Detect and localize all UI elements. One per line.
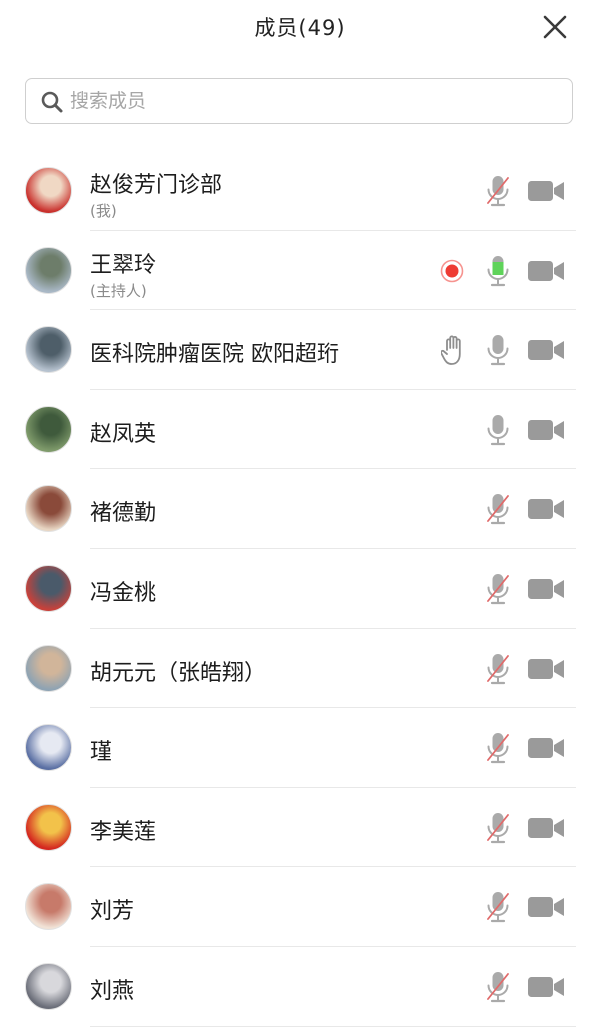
member-list: 赵俊芳门诊部 (我) 王翠玲 (主持人) 医科院肿瘤医院 欧阳超珩 赵凤英褚德勤冯金桃胡元… [0, 151, 600, 1027]
member-name: 胡元元（张皓翔） [90, 660, 267, 686]
camera-icon[interactable] [527, 975, 565, 999]
microphone-muted-icon[interactable] [485, 174, 511, 208]
hand-raised-icon [441, 335, 461, 366]
avatar [25, 405, 72, 453]
camera-icon[interactable] [527, 259, 565, 283]
member-row[interactable]: 刘芳 [0, 867, 600, 947]
member-row[interactable]: 李美莲 [0, 788, 600, 868]
microphone-muted-icon[interactable] [485, 572, 511, 606]
avatar [25, 246, 72, 294]
avatar [25, 564, 72, 612]
recording-icon [440, 259, 464, 282]
camera-icon[interactable] [527, 895, 565, 919]
avatar [25, 326, 72, 374]
row-divider [90, 1025, 576, 1027]
avatar [25, 167, 72, 214]
microphone-icon[interactable] [485, 413, 511, 447]
avatar [25, 724, 72, 772]
avatar [25, 485, 72, 533]
close-button[interactable] [540, 12, 570, 42]
camera-icon[interactable] [527, 497, 565, 521]
page-title: 成员(49) [254, 16, 346, 40]
search-input[interactable] [70, 79, 560, 122]
member-name: 李美莲 [90, 819, 157, 845]
member-row[interactable]: 冯金桃 [0, 549, 600, 629]
microphone-muted-icon[interactable] [485, 811, 511, 845]
camera-icon[interactable] [527, 736, 565, 760]
avatar [25, 803, 72, 851]
avatar [25, 883, 72, 931]
member-row[interactable]: 王翠玲 (主持人) [0, 231, 600, 311]
member-name: 褚德勤 [90, 501, 157, 527]
member-name: 冯金桃 [90, 580, 157, 606]
microphone-muted-icon[interactable] [485, 731, 511, 765]
camera-icon[interactable] [527, 816, 565, 840]
member-role: (我) [90, 202, 117, 220]
camera-icon[interactable] [527, 179, 565, 203]
camera-icon[interactable] [527, 577, 565, 601]
member-row[interactable]: 赵俊芳门诊部 (我) [0, 151, 600, 231]
member-role: (主持人) [90, 281, 147, 300]
microphone-icon[interactable] [485, 333, 511, 367]
member-row[interactable]: 医科院肿瘤医院 欧阳超珩 [0, 310, 600, 390]
member-name: 赵俊芳门诊部 [90, 173, 223, 198]
member-row[interactable]: 赵凤英 [0, 390, 600, 470]
member-row[interactable]: 刘燕 [0, 947, 600, 1027]
member-name: 瑾 [90, 740, 113, 766]
member-name: 刘芳 [90, 899, 135, 925]
microphone-muted-icon[interactable] [485, 652, 511, 686]
avatar [25, 644, 72, 692]
microphone-muted-icon[interactable] [485, 890, 511, 924]
header: 成员(49) [0, 0, 600, 56]
search-bar[interactable] [25, 78, 573, 124]
microphone-active-icon[interactable] [485, 254, 511, 288]
camera-icon[interactable] [527, 418, 565, 442]
member-name: 刘燕 [90, 978, 135, 1004]
microphone-muted-icon[interactable] [485, 970, 511, 1004]
member-row[interactable]: 褚德勤 [0, 469, 600, 549]
camera-icon[interactable] [527, 338, 565, 362]
member-row[interactable]: 胡元元（张皓翔） [0, 629, 600, 709]
member-name: 医科院肿瘤医院 欧阳超珩 [90, 342, 339, 368]
microphone-muted-icon[interactable] [485, 492, 511, 526]
member-name: 赵凤英 [90, 421, 157, 447]
member-name: 王翠玲 [90, 252, 157, 278]
close-icon[interactable] [540, 12, 570, 42]
camera-icon[interactable] [527, 657, 565, 681]
avatar [25, 962, 72, 1010]
member-row[interactable]: 瑾 [0, 708, 600, 788]
search-icon [41, 91, 63, 113]
